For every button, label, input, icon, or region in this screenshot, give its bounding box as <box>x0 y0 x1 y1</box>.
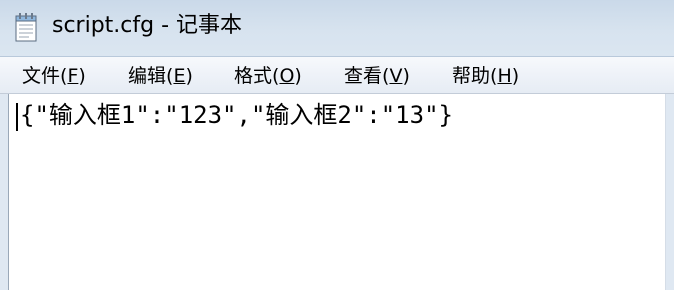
menu-view[interactable]: 查看(V) <box>344 62 410 90</box>
menu-format[interactable]: 格式(O) <box>234 62 302 90</box>
menu-help-label: 帮助 <box>452 65 491 87</box>
menu-file-label: 文件 <box>22 65 61 87</box>
menu-view-mnemonic: V <box>389 65 403 87</box>
menu-format-mnemonic: O <box>279 65 295 87</box>
notepad-icon[interactable] <box>14 12 38 42</box>
menu-help-mnemonic: H <box>497 65 512 87</box>
title-bar[interactable]: script.cfg - 记事本 <box>0 0 674 56</box>
menu-view-label: 查看 <box>344 65 383 87</box>
text-caret <box>16 103 18 131</box>
menu-file-mnemonic: F <box>67 65 79 87</box>
text-editor-area[interactable]: {"输入框1":"123","输入框2":"13"} <box>8 94 666 290</box>
menu-format-label: 格式 <box>234 65 273 87</box>
editor-content[interactable]: {"输入框1":"123","输入框2":"13"} <box>20 98 453 132</box>
menu-bar: 文件(F) 编辑(E) 格式(O) 查看(V) 帮助(H) <box>0 56 674 94</box>
menu-edit[interactable]: 编辑(E) <box>128 62 193 90</box>
menu-edit-label: 编辑 <box>128 65 167 87</box>
window-title: script.cfg - 记事本 <box>52 13 243 38</box>
menu-edit-mnemonic: E <box>173 65 186 87</box>
menu-file[interactable]: 文件(F) <box>22 62 86 90</box>
menu-help[interactable]: 帮助(H) <box>452 62 519 90</box>
notepad-window: script.cfg - 记事本 文件(F) 编辑(E) 格式(O) 查看(V)… <box>0 0 674 290</box>
